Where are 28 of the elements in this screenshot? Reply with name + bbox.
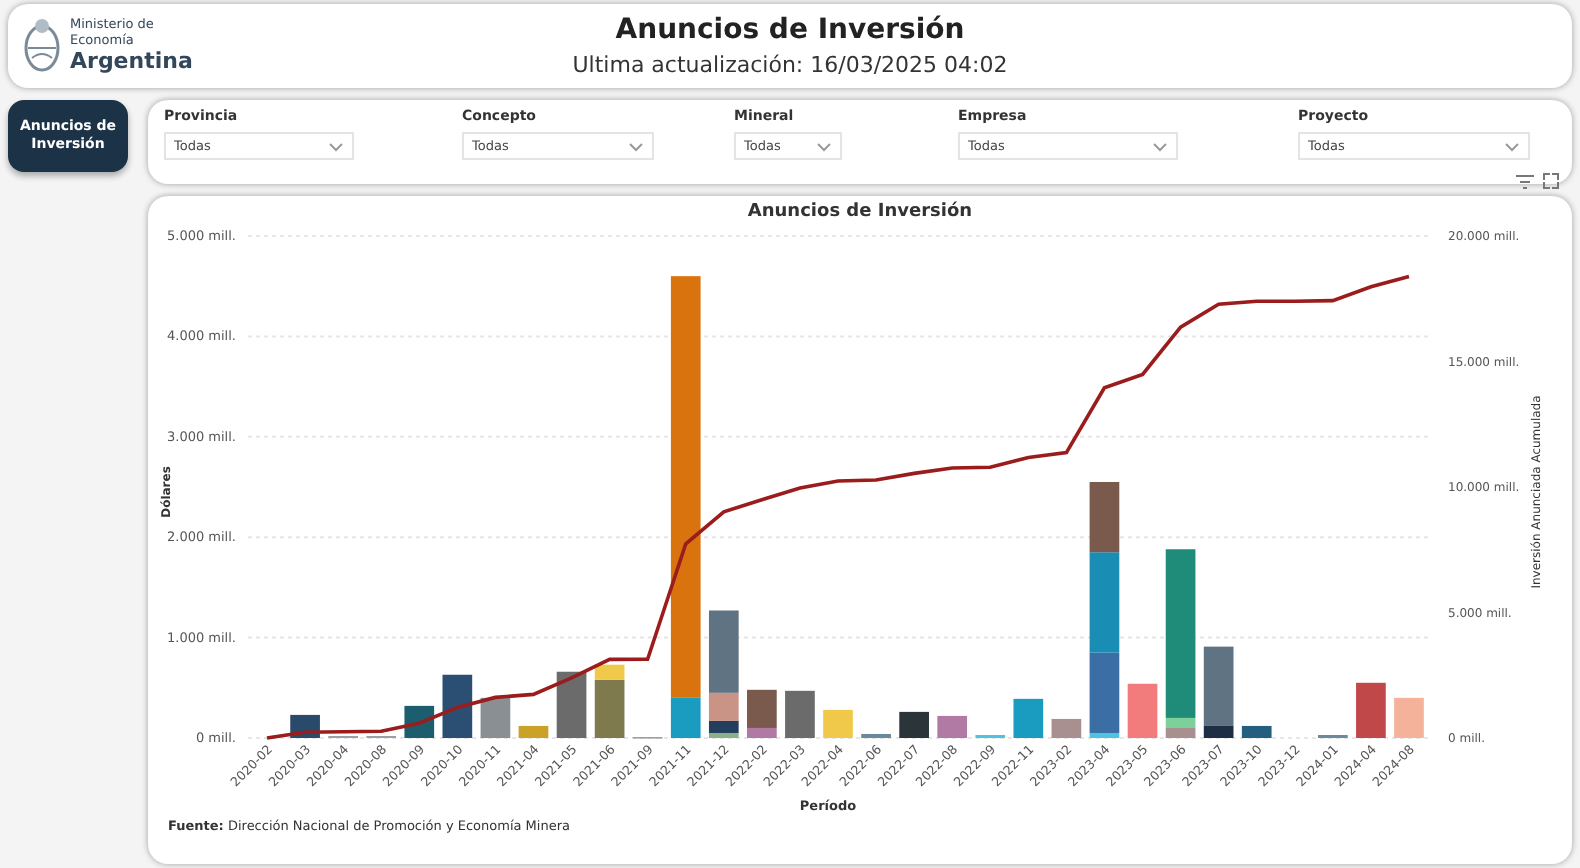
bar-segment bbox=[442, 674, 473, 738]
bar-segment bbox=[1127, 683, 1158, 738]
bar-segment bbox=[1394, 697, 1424, 738]
filter-icon[interactable] bbox=[1516, 173, 1534, 189]
chart-title: Anuncios de Inversión bbox=[747, 202, 973, 222]
bar-segment bbox=[1089, 482, 1120, 553]
last-update-text: Ultima actualización: 16/03/2025 04:02 bbox=[572, 52, 1008, 78]
chevron-down-icon bbox=[1152, 141, 1168, 151]
bar-segment bbox=[480, 697, 511, 738]
bar-segment bbox=[518, 725, 549, 738]
bar-segment bbox=[899, 711, 929, 738]
bar-segment bbox=[1051, 718, 1082, 738]
country-name: Argentina bbox=[70, 47, 193, 74]
chevron-down-icon bbox=[816, 141, 832, 151]
bar-segment bbox=[556, 671, 587, 738]
bar-segment bbox=[1241, 725, 1272, 738]
bar-segment bbox=[937, 715, 968, 738]
chevron-down-icon bbox=[628, 141, 644, 151]
bar-segment bbox=[1089, 552, 1120, 653]
bar-segment bbox=[785, 690, 815, 738]
bar-segment bbox=[823, 709, 853, 738]
chevron-down-icon bbox=[1504, 141, 1520, 151]
page-title: Anuncios de Inversión bbox=[615, 14, 965, 46]
chevron-down-icon bbox=[328, 141, 344, 151]
bar-segment bbox=[1356, 682, 1386, 738]
coat-of-arms-icon bbox=[20, 16, 64, 76]
focus-mode-icon[interactable] bbox=[1542, 172, 1560, 190]
bar-segment bbox=[1013, 698, 1044, 738]
